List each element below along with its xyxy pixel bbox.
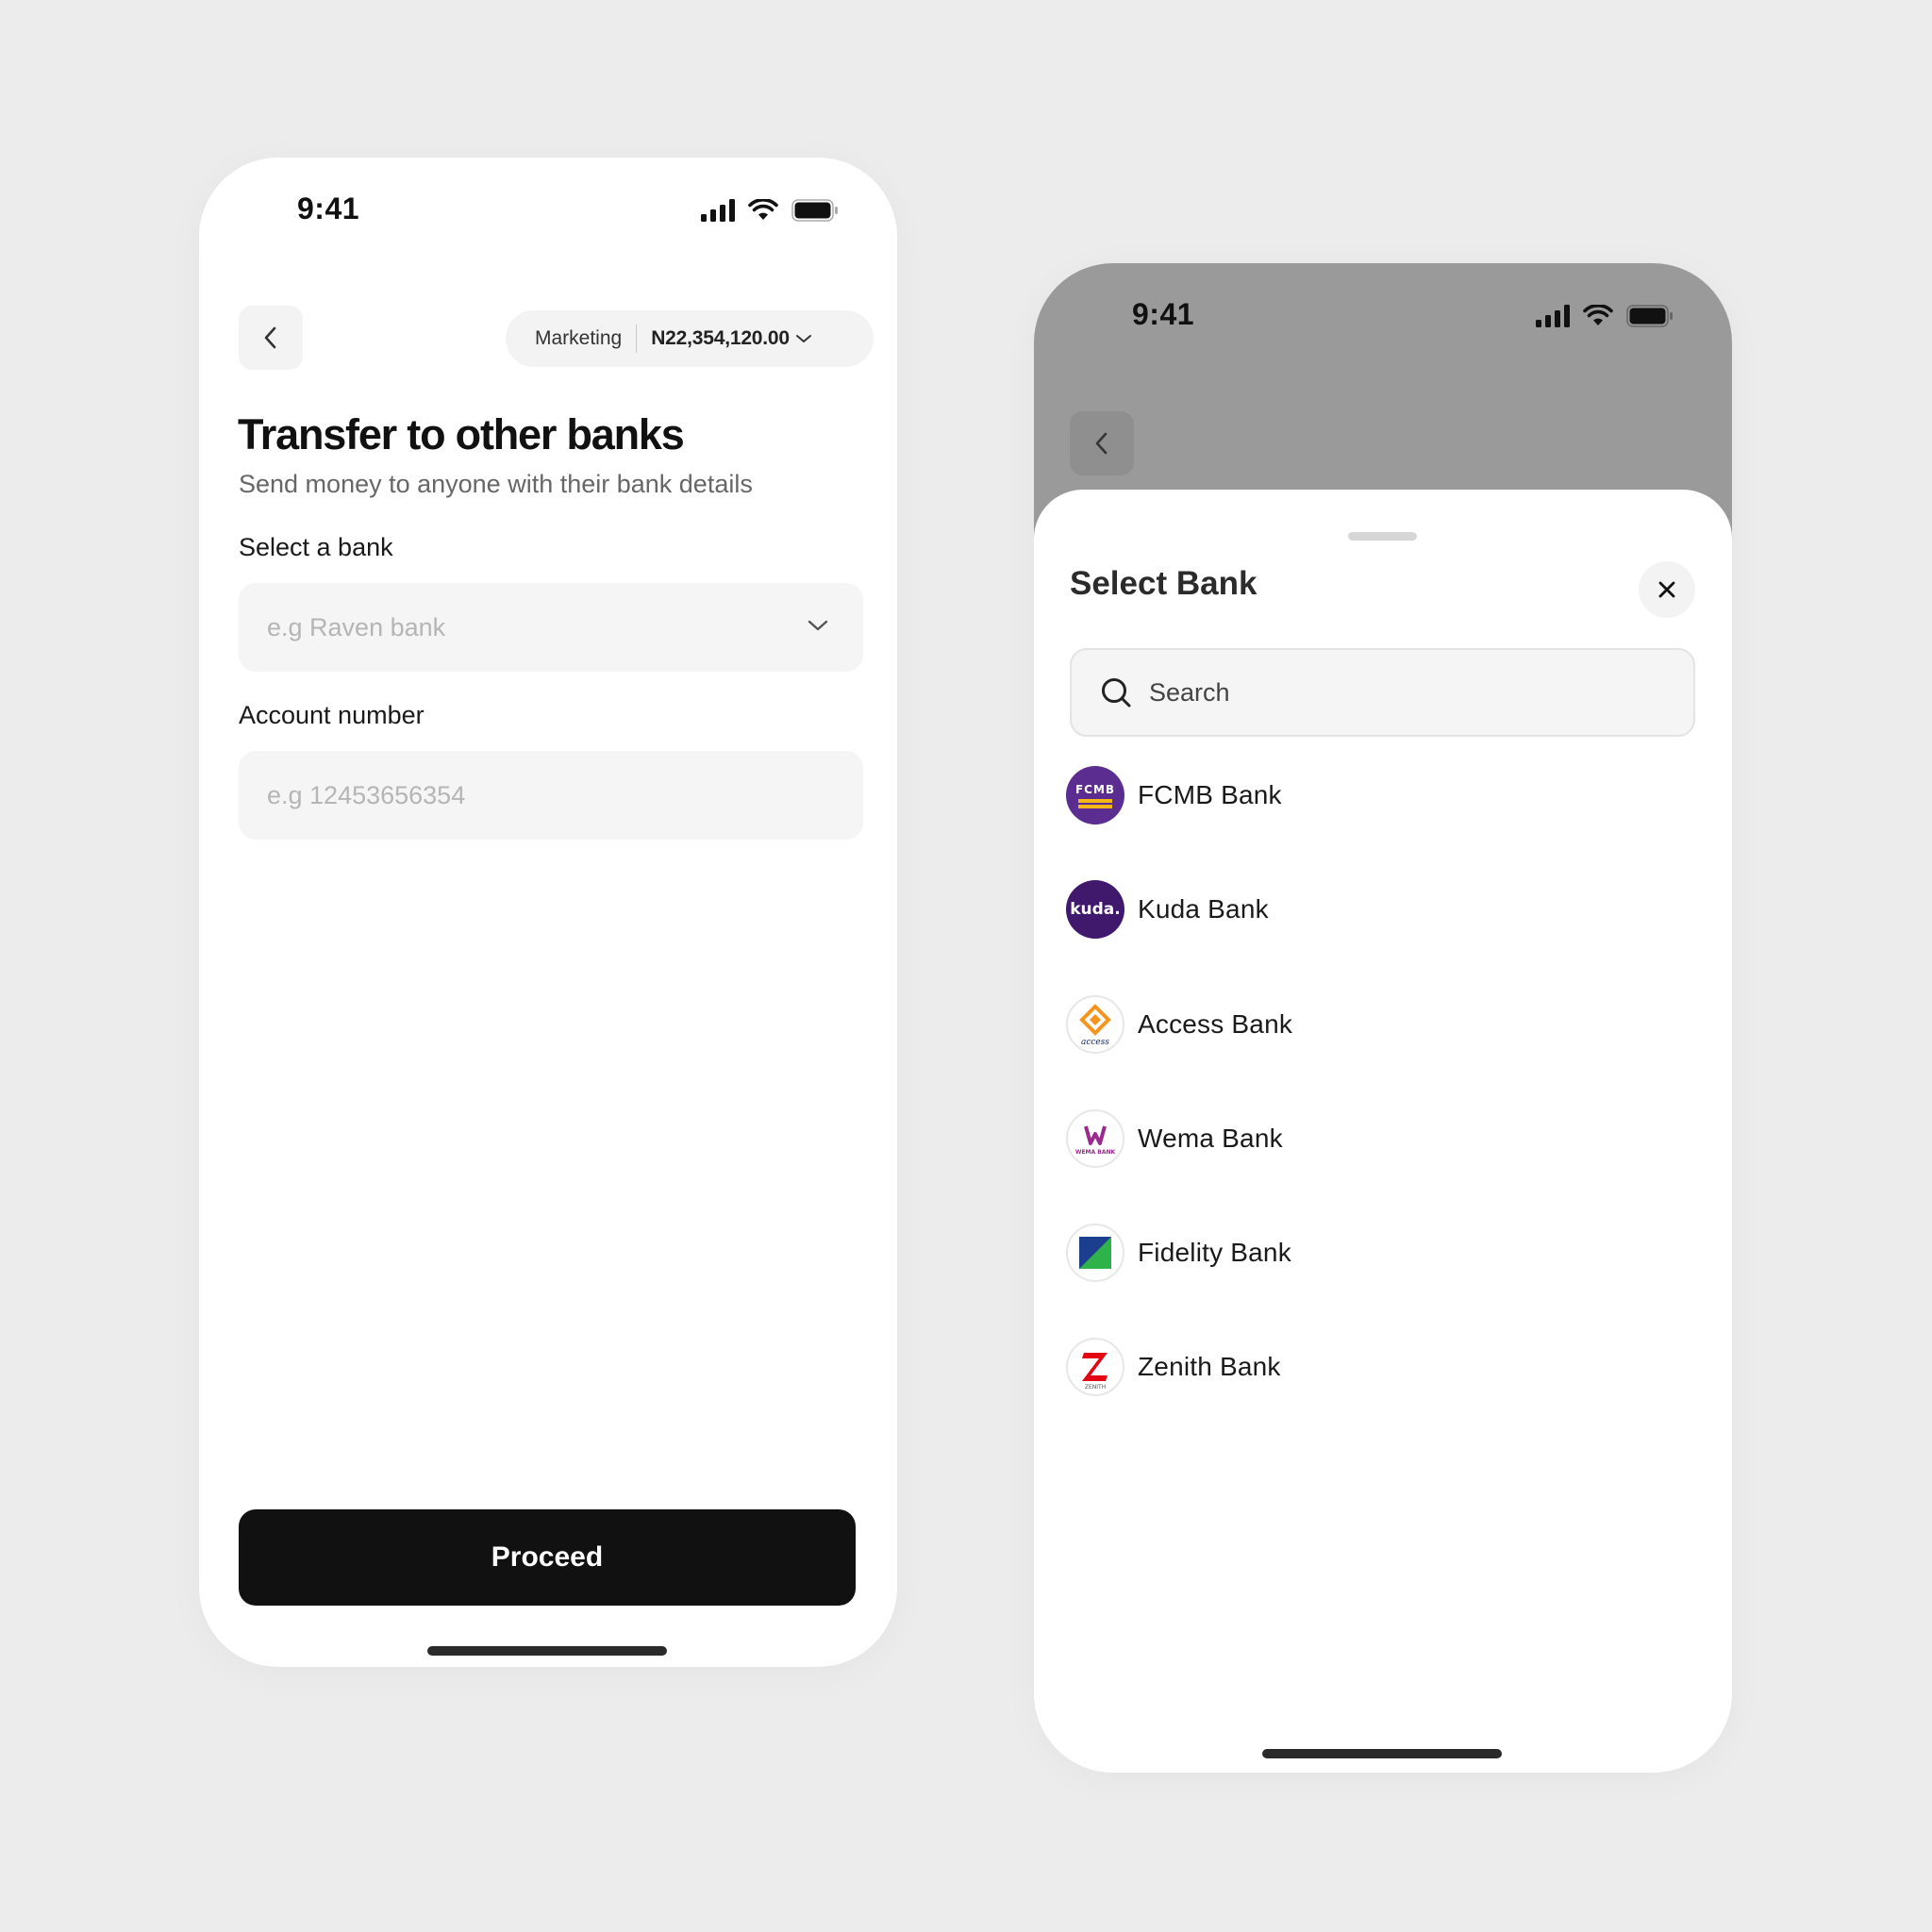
bank-name: Zenith Bank: [1138, 1352, 1281, 1381]
battery-icon: [1626, 305, 1673, 327]
search-placeholder: Search: [1149, 677, 1230, 707]
home-indicator: [1262, 1749, 1502, 1758]
access-logo-icon: access: [1066, 995, 1124, 1054]
bank-select[interactable]: e.g Raven bank: [239, 583, 863, 672]
back-button[interactable]: [1070, 411, 1134, 475]
bank-item-zenith[interactable]: ZENITH Zenith Bank: [1066, 1336, 1281, 1398]
signal-icon: [1536, 305, 1570, 327]
page-subtitle: Send money to anyone with their bank det…: [239, 470, 753, 498]
bank-item-kuda[interactable]: kuda. Kuda Bank: [1066, 878, 1269, 941]
bank-item-fidelity[interactable]: Fidelity Bank: [1066, 1222, 1291, 1284]
sheet-title: Select Bank: [1070, 565, 1257, 602]
status-time: 9:41: [297, 192, 360, 225]
account-name: Marketing: [535, 327, 623, 349]
account-number-input[interactable]: e.g 12453656354: [239, 751, 863, 840]
transfer-screen: 9:41 Marketing N22,354,120.00 Transfer t…: [199, 158, 897, 1667]
chevron-down-icon: [795, 335, 811, 342]
fidelity-logo-icon: [1066, 1224, 1124, 1282]
close-button[interactable]: [1639, 561, 1695, 618]
svg-text:FCMB: FCMB: [1075, 783, 1115, 796]
kuda-logo-icon: kuda.: [1066, 880, 1124, 939]
account-number-placeholder: e.g 12453656354: [267, 780, 466, 809]
bank-name: Wema Bank: [1138, 1124, 1283, 1153]
account-selector[interactable]: Marketing N22,354,120.00: [506, 310, 874, 367]
svg-text:kuda.: kuda.: [1070, 900, 1121, 919]
wifi-icon: [1583, 305, 1613, 325]
home-indicator: [427, 1646, 667, 1656]
account-balance: N22,354,120.00: [651, 327, 790, 349]
bank-item-fcmb[interactable]: FCMB FCMB Bank: [1066, 764, 1282, 826]
sheet-handle[interactable]: [1348, 532, 1417, 541]
svg-text:access: access: [1081, 1038, 1109, 1047]
bank-name: FCMB Bank: [1138, 780, 1282, 809]
fcmb-logo-icon: FCMB: [1066, 766, 1124, 824]
bottom-sheet: Select Bank Search FCMB FCMB Bank kuda. …: [1034, 490, 1732, 1773]
bank-name: Fidelity Bank: [1138, 1238, 1291, 1267]
bank-item-wema[interactable]: WEMA BANK Wema Bank: [1066, 1108, 1283, 1170]
search-input[interactable]: Search: [1070, 648, 1695, 737]
bank-field-label: Select a bank: [239, 533, 393, 561]
status-icons: [701, 199, 839, 222]
wifi-icon: [748, 199, 778, 220]
status-time: 9:41: [1132, 297, 1195, 331]
wema-logo-icon: WEMA BANK: [1066, 1109, 1124, 1168]
status-icons: [1536, 305, 1674, 327]
back-button[interactable]: [239, 306, 303, 370]
svg-text:ZENITH: ZENITH: [1085, 1384, 1106, 1391]
zenith-logo-icon: ZENITH: [1066, 1338, 1124, 1396]
chevron-down-icon: [808, 620, 828, 631]
battery-icon: [791, 199, 838, 222]
svg-text:WEMA BANK: WEMA BANK: [1075, 1149, 1116, 1156]
bank-name: Access Bank: [1138, 1009, 1293, 1039]
select-bank-screen: 9:41 Select Bank Search FCMB FCMB Bank k…: [1034, 263, 1732, 1773]
bank-item-access[interactable]: access Access Bank: [1066, 993, 1292, 1056]
bank-name: Kuda Bank: [1138, 894, 1269, 924]
chevron-left-icon: [264, 326, 276, 349]
search-icon: [1102, 678, 1131, 708]
page-title: Transfer to other banks: [238, 410, 685, 458]
account-number-label: Account number: [239, 701, 425, 729]
proceed-button[interactable]: Proceed: [239, 1509, 856, 1606]
chevron-left-icon: [1095, 432, 1108, 455]
bank-select-placeholder: e.g Raven bank: [267, 612, 446, 641]
close-icon: [1658, 581, 1675, 598]
signal-icon: [701, 199, 735, 222]
